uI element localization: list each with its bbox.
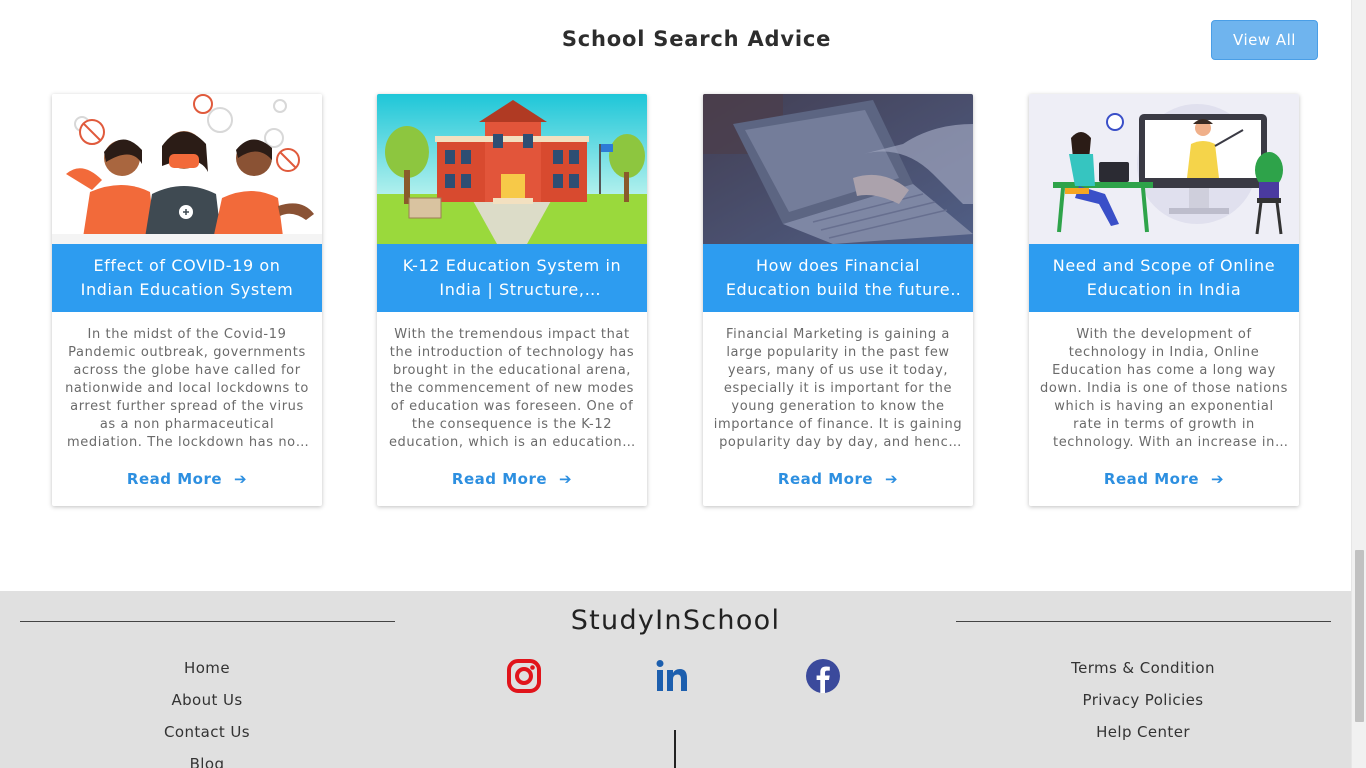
facebook-icon[interactable]	[805, 658, 841, 694]
footer-link-contact[interactable]: Contact Us	[107, 716, 307, 748]
footer-link-about[interactable]: About Us	[107, 684, 307, 716]
article-image-covid[interactable]	[52, 94, 322, 244]
article-card: K-12 Education System in India | Structu…	[377, 94, 647, 506]
article-image-laptop[interactable]	[703, 94, 973, 244]
footer-nav-right: Terms & Condition Privacy Policies Help …	[1018, 652, 1268, 748]
footer-brand: StudyInSchool	[570, 605, 781, 636]
footer-link-blog[interactable]: Blog	[107, 748, 307, 768]
scrollbar-thumb[interactable]	[1355, 550, 1364, 722]
read-more-label[interactable]: Read More	[452, 470, 547, 488]
footer: StudyInSchool Home About Us Contact Us B…	[0, 591, 1351, 768]
article-title-band[interactable]: Need and Scope of Online Education in In…	[1029, 244, 1299, 312]
footer-link-home[interactable]: Home	[107, 652, 307, 684]
article-description: With the tremendous impact that the intr…	[388, 327, 636, 450]
footer-nav-left: Home About Us Contact Us Blog	[107, 652, 307, 768]
article-card: Need and Scope of Online Education in In…	[1029, 94, 1299, 506]
divider	[674, 730, 676, 768]
read-more-link[interactable]: Read More ➔	[703, 470, 973, 488]
read-more-label[interactable]: Read More	[778, 470, 873, 488]
page: School Search Advice View All Effect of …	[0, 0, 1351, 768]
section-title: School Search Advice	[561, 27, 832, 51]
arrow-right-icon: ➔	[234, 470, 248, 488]
article-description: Financial Marketing is gaining a large p…	[713, 327, 963, 450]
article-title-band[interactable]: Effect of COVID-19 on Indian Education S…	[52, 244, 322, 312]
article-title-band[interactable]: K-12 Education System in India | Structu…	[377, 244, 647, 312]
read-more-link[interactable]: Read More ➔	[1029, 470, 1299, 488]
article-title-band[interactable]: How does Financial Education build the f…	[703, 244, 973, 312]
article-card: How does Financial Education build the f…	[703, 94, 973, 506]
article-title[interactable]: Effect of COVID-19 on Indian Education S…	[66, 254, 308, 302]
article-card: Effect of COVID-19 on Indian Education S…	[52, 94, 322, 506]
view-all-button[interactable]: View All	[1211, 20, 1318, 60]
instagram-icon[interactable]	[506, 658, 542, 694]
article-description: With the development of technology in In…	[1040, 327, 1288, 450]
article-description: In the midst of the Covid-19 Pandemic ou…	[65, 327, 309, 450]
article-title[interactable]: Need and Scope of Online Education in In…	[1043, 254, 1285, 302]
arrow-right-icon: ➔	[559, 470, 573, 488]
read-more-label[interactable]: Read More	[1104, 470, 1199, 488]
footer-link-terms[interactable]: Terms & Condition	[1018, 652, 1268, 684]
article-image-school[interactable]	[377, 94, 647, 244]
article-title[interactable]: How does Financial Education build the f…	[717, 254, 959, 302]
read-more-label[interactable]: Read More	[127, 470, 222, 488]
arrow-right-icon: ➔	[885, 470, 899, 488]
footer-link-privacy[interactable]: Privacy Policies	[1018, 684, 1268, 716]
linkedin-icon[interactable]	[654, 658, 690, 694]
read-more-link[interactable]: Read More ➔	[377, 470, 647, 488]
article-title[interactable]: K-12 Education System in India | Structu…	[391, 254, 633, 302]
read-more-link[interactable]: Read More ➔	[52, 470, 322, 488]
article-image-online-class[interactable]	[1029, 94, 1299, 244]
vertical-scrollbar[interactable]	[1351, 0, 1366, 768]
footer-link-help[interactable]: Help Center	[1018, 716, 1268, 748]
arrow-right-icon: ➔	[1211, 470, 1225, 488]
